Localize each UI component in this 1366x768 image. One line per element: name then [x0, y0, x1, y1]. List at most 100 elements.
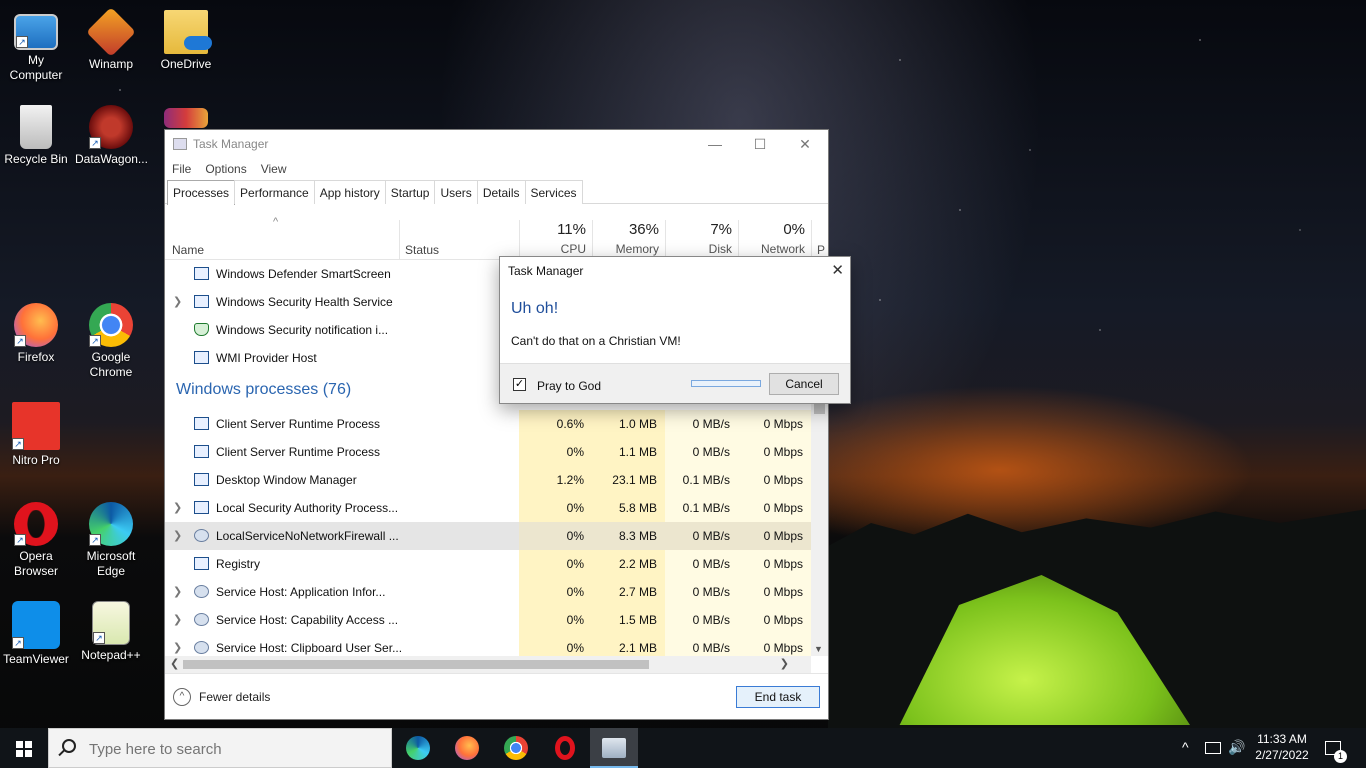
expand-arrow-icon[interactable]: ❯ [173, 613, 182, 626]
table-row[interactable]: ❯ Service Host: Application Infor... 0% 2.7… [165, 578, 811, 606]
desktop-icon-winrar[interactable] [150, 108, 222, 131]
expand-arrow-icon[interactable]: ❯ [173, 501, 182, 514]
desktop-icon-notepad-plus-plus[interactable]: ↗ Notepad++ [75, 601, 147, 663]
end-task-button[interactable]: End task [736, 686, 820, 708]
column-cpu[interactable]: 11% CPU [519, 216, 592, 260]
chevron-up-icon[interactable]: ^ [1182, 739, 1189, 755]
scroll-left-icon[interactable]: ❮ [170, 657, 179, 670]
footer: ^ Fewer details End task [165, 673, 828, 719]
cpu-cell: 0% [519, 606, 592, 634]
table-row[interactable]: Client Server Runtime Process 0.6% 1.0 MB 0… [165, 410, 811, 438]
taskbar-task-manager[interactable] [590, 728, 638, 768]
notification-badge: 1 [1334, 750, 1347, 763]
desktop-icon-microsoft-edge[interactable]: ↗ Microsoft Edge [75, 502, 147, 579]
desktop-icon-nitro-pro[interactable]: ↗ Nitro Pro [0, 402, 72, 468]
network-cell: 0 Mbps [738, 494, 811, 522]
taskbar-chrome[interactable] [492, 728, 540, 768]
taskbar-firefox[interactable] [443, 728, 491, 768]
menu-bar: File Options View [165, 158, 828, 180]
close-button[interactable]: ✕ [782, 130, 828, 158]
tab-processes[interactable]: Processes [167, 180, 236, 205]
tab-strip: Processes Performance App history Startu… [165, 180, 828, 205]
disk-cell: 0 MB/s [665, 606, 738, 634]
vertical-scrollbar[interactable]: ▼ [811, 390, 828, 656]
process-name: Desktop Window Manager [216, 473, 357, 487]
column-disk[interactable]: 7% Disk [665, 216, 738, 260]
tab-performance[interactable]: Performance [234, 180, 315, 204]
cancel-button[interactable]: Cancel [769, 373, 839, 395]
desktop-icon-label: Microsoft Edge [86, 549, 136, 578]
table-row[interactable]: ❯ LocalServiceNoNetworkFirewall ... 0% 8.3 … [165, 522, 811, 550]
menu-file[interactable]: File [172, 162, 191, 176]
pray-checkbox[interactable]: ✓ [513, 378, 526, 391]
task-manager-icon [602, 738, 626, 758]
clock[interactable]: 11:33 AM 2/27/2022 [1252, 731, 1312, 763]
title-bar[interactable]: Task Manager — ☐ ✕ [165, 130, 828, 158]
tab-app-history[interactable]: App history [313, 180, 386, 204]
network-icon[interactable] [1205, 742, 1221, 754]
volume-icon[interactable]: 🔊 [1228, 739, 1245, 756]
dialog-message: Can't do that on a Christian VM! [511, 334, 681, 348]
expand-arrow-icon[interactable]: ❯ [173, 529, 182, 542]
horizontal-scrollbar[interactable]: ❮ ❯ [165, 656, 811, 673]
taskbar: ^ 🔊 11:33 AM 2/27/2022 1 [0, 728, 1366, 768]
search-input[interactable] [89, 738, 379, 760]
tab-startup[interactable]: Startup [384, 180, 436, 204]
table-row[interactable]: ❯ Local Security Authority Process... 0% 5.… [165, 494, 811, 522]
desktop-icon-google-chrome[interactable]: ↗ Google Chrome [75, 303, 147, 380]
taskbar-search[interactable] [48, 728, 392, 768]
cpu-cell: 0% [519, 438, 592, 466]
desktop-icon-label: DataWagon... [75, 152, 148, 166]
datawagon-icon: ↗ [89, 105, 133, 149]
desktop-icon-onedrive[interactable]: OneDrive [150, 10, 222, 72]
app-window-icon [194, 501, 209, 514]
desktop-icon-teamviewer[interactable]: ↗ TeamViewer [0, 601, 72, 667]
process-name: WMI Provider Host [216, 351, 317, 365]
column-network[interactable]: 0% Network [738, 216, 811, 260]
app-window-icon [194, 445, 209, 458]
tab-services[interactable]: Services [524, 180, 583, 204]
table-row[interactable]: ❯ Service Host: Clipboard User Ser... 0% 2.… [165, 634, 811, 656]
column-status[interactable]: Status [405, 243, 439, 257]
minimize-button[interactable]: — [692, 130, 738, 158]
expand-arrow-icon[interactable]: ❯ [173, 641, 182, 654]
column-power-truncated[interactable]: P [817, 243, 825, 257]
nitro-pro-icon: ↗ [12, 402, 60, 450]
desktop-icon-recycle-bin[interactable]: Recycle Bin [0, 105, 72, 167]
expand-arrow-icon[interactable]: ❯ [173, 585, 182, 598]
taskbar-edge[interactable] [394, 728, 442, 768]
windows-process-rows: Client Server Runtime Process 0.6% 1.0 MB 0… [165, 410, 811, 656]
menu-view[interactable]: View [261, 162, 287, 176]
desktop-icon-firefox[interactable]: ↗ Firefox [0, 303, 72, 365]
disk-cell: 0.1 MB/s [665, 466, 738, 494]
menu-options[interactable]: Options [205, 162, 246, 176]
firefox-icon: ↗ [14, 303, 58, 347]
column-memory[interactable]: 36% Memory [592, 216, 665, 260]
scroll-thumb[interactable] [814, 404, 825, 414]
desktop-icon-my-computer[interactable]: ↗ My Computer [0, 10, 72, 83]
memory-cell: 1.0 MB [592, 410, 665, 438]
table-row[interactable]: Registry 0% 2.2 MB 0 MB/s 0 Mbps [165, 550, 811, 578]
desktop-icon-opera[interactable]: ↗ Opera Browser [0, 502, 72, 579]
desktop-icon-winamp[interactable]: Winamp [75, 7, 147, 72]
scroll-right-icon[interactable]: ❯ [780, 657, 789, 670]
desktop-icon-datawagon[interactable]: ↗ DataWagon... [75, 105, 148, 167]
dialog-close-icon[interactable]: ✕ [831, 261, 844, 279]
expand-arrow-icon[interactable]: ❯ [173, 295, 182, 308]
maximize-button[interactable]: ☐ [737, 130, 783, 158]
tab-details[interactable]: Details [476, 180, 526, 204]
scroll-thumb[interactable] [183, 660, 649, 669]
scroll-down-icon[interactable]: ▼ [814, 644, 823, 654]
taskbar-opera[interactable] [541, 728, 589, 768]
table-row[interactable]: ❯ Service Host: Capability Access ... 0% 1.… [165, 606, 811, 634]
start-button[interactable] [0, 728, 48, 768]
memory-cell: 8.3 MB [592, 522, 665, 550]
table-row[interactable]: Desktop Window Manager 1.2% 23.1 MB 0.1 MB/… [165, 466, 811, 494]
pray-checkbox-label[interactable]: Pray to God [537, 379, 601, 393]
fewer-details-button[interactable]: ^ Fewer details [173, 688, 270, 706]
table-row[interactable]: Client Server Runtime Process 0% 1.1 MB 0 M… [165, 438, 811, 466]
column-header: ^ Name Status 11% CPU 36% Memory 7% Disk… [165, 216, 825, 260]
column-name[interactable]: Name [172, 243, 204, 257]
memory-label: Memory [615, 242, 659, 256]
tab-users[interactable]: Users [434, 180, 478, 204]
